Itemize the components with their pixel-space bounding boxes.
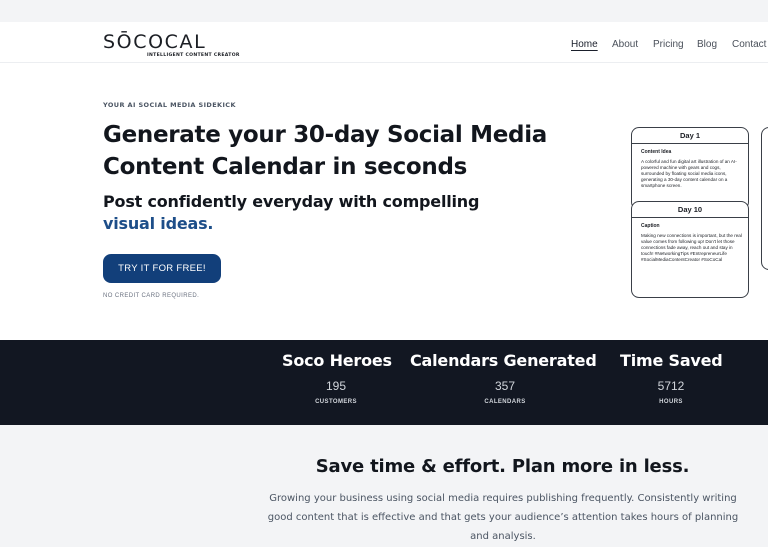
section-title: Save time & effort. Plan more in less.	[315, 456, 690, 477]
section-body: Growing your business using social media…	[267, 493, 739, 542]
browser-top-strip	[0, 0, 768, 22]
stat-value-time: 5712	[657, 379, 685, 393]
stat-value-heroes: 195	[325, 379, 347, 393]
hero-title: Generate your 30-day Social Media Conten…	[103, 122, 548, 180]
card-divider	[632, 143, 748, 144]
brand-name: SŌCOCAL	[103, 31, 207, 53]
stat-label-heroes: CUSTOMERS	[315, 399, 357, 405]
nav-pricing[interactable]: Pricing	[653, 39, 684, 50]
stat-label-time: HOURS	[659, 399, 683, 405]
stat-title-time: Time Saved	[620, 351, 723, 370]
hero-eyebrow: YOUR AI SOCIAL MEDIA SIDEKICK	[103, 101, 236, 109]
card-day-title: Day 10	[677, 205, 703, 214]
card-body: Making new connections is important, but…	[641, 233, 742, 262]
stat-value-calendars: 357	[494, 379, 516, 393]
card-label: Caption	[641, 223, 660, 229]
stat-label-calendars: CALENDARS	[484, 399, 526, 405]
calendar-card-day-1: Day 1 Content Idea A colorful and fun di…	[631, 127, 749, 210]
card-label: Content Idea	[641, 149, 672, 155]
benefits-section: Save time & effort. Plan more in less. G…	[0, 425, 768, 547]
hero-subtitle-text: Post confidently everyday with compellin…	[103, 192, 480, 211]
calendar-card-day-10: Day 10 Caption Making new connections is…	[631, 201, 749, 298]
hero-subtitle: Post confidently everyday with compellin…	[103, 191, 523, 235]
brand-logo[interactable]: SŌCOCAL INTELLIGENT CONTENT CREATOR	[103, 31, 239, 60]
nav-blog[interactable]: Blog	[697, 39, 717, 50]
stats-band: Soco Heroes 195 CUSTOMERS Calendars Gene…	[0, 340, 768, 425]
brand-tagline: INTELLIGENT CONTENT CREATOR	[147, 53, 240, 58]
nav-about[interactable]: About	[612, 39, 638, 50]
nav-contact[interactable]: Contact	[732, 39, 766, 50]
hero-subtitle-accent: visual ideas.	[103, 214, 214, 233]
stat-title-heroes: Soco Heroes	[282, 351, 392, 370]
stat-title-calendars: Calendars Generated	[410, 351, 597, 370]
no-credit-card-note: NO CREDIT CARD REQUIRED.	[103, 293, 200, 299]
card-body: A colorful and fun digital art illustrat…	[641, 159, 737, 188]
calendar-card-peek	[761, 127, 768, 270]
site-header: SŌCOCAL INTELLIGENT CONTENT CREATOR Home…	[0, 22, 768, 63]
card-day-title: Day 1	[679, 131, 700, 140]
card-divider	[632, 217, 748, 218]
nav-home[interactable]: Home	[571, 39, 598, 50]
try-free-button[interactable]: TRY IT FOR FREE!	[103, 254, 221, 283]
